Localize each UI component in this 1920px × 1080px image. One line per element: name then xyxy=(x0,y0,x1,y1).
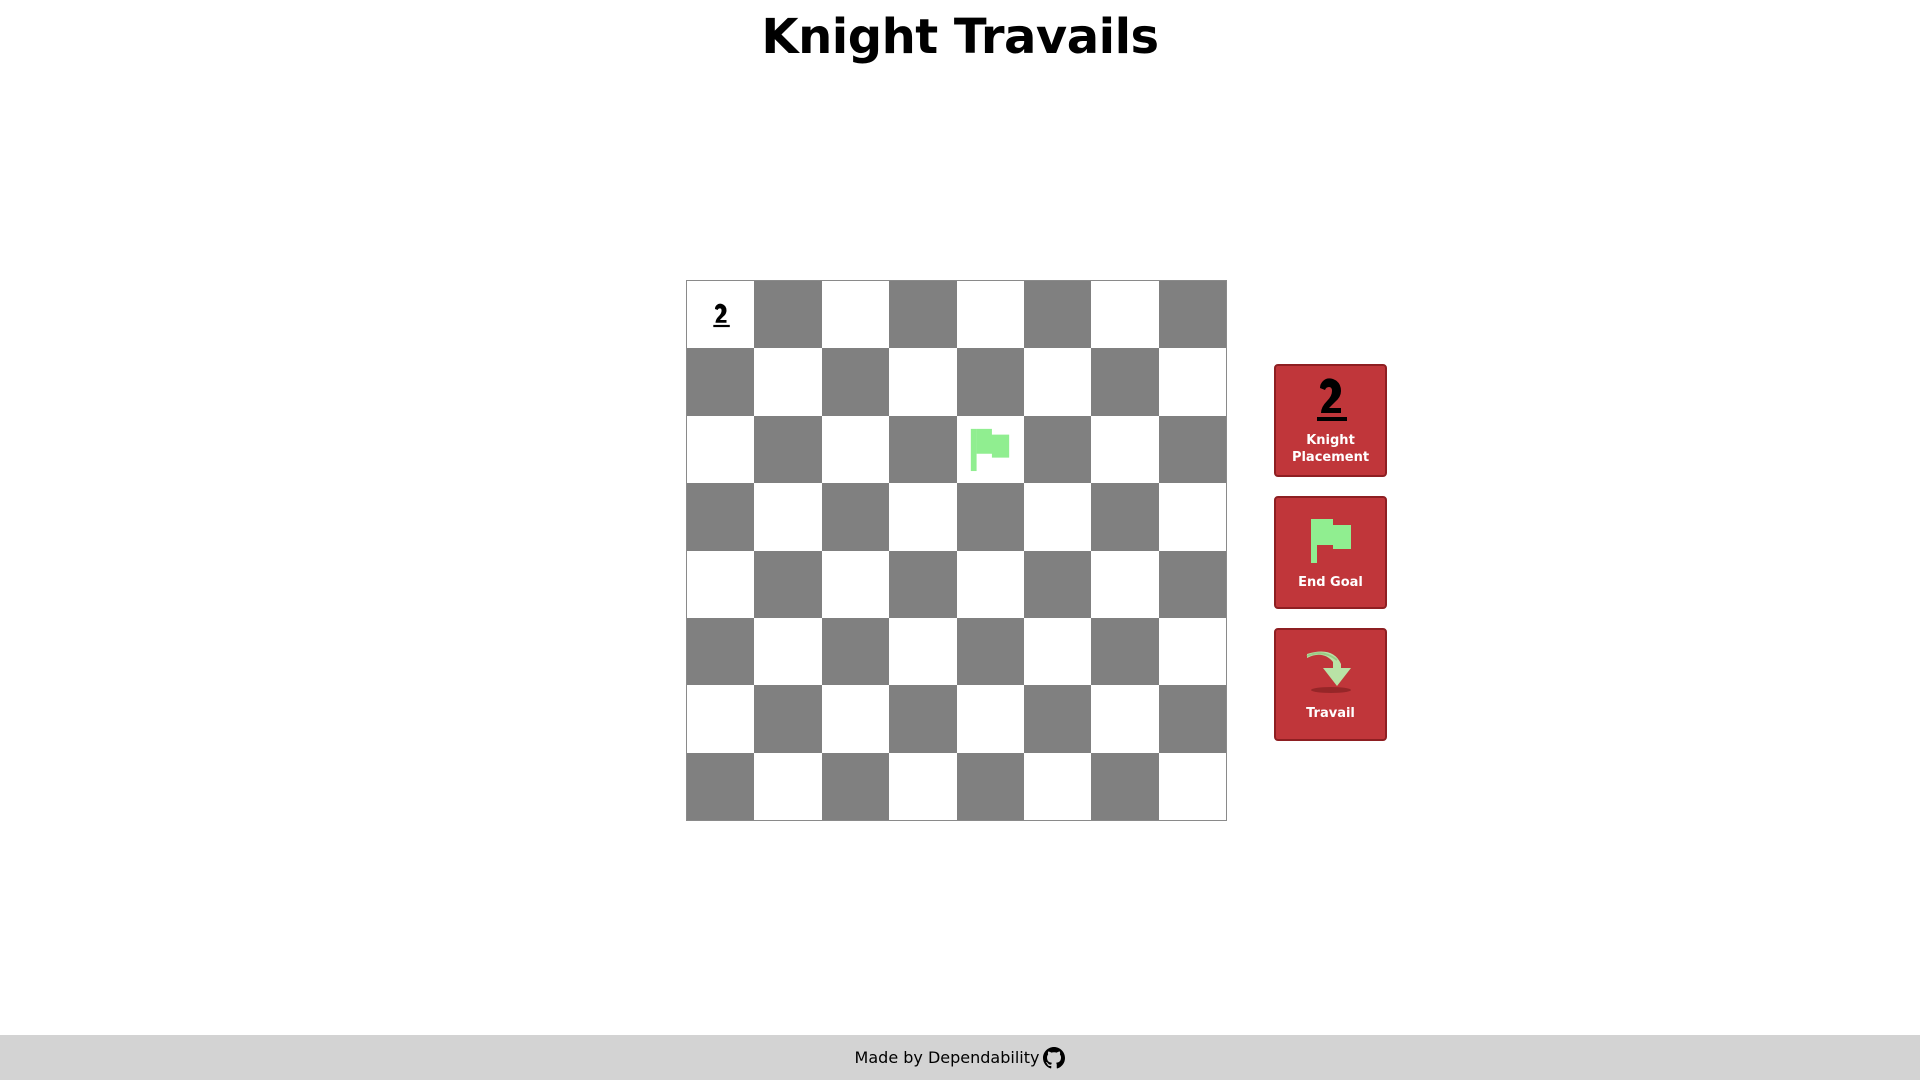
board-square-d5[interactable] xyxy=(889,483,957,551)
board-square-f1[interactable] xyxy=(1023,752,1092,820)
board-square-a7[interactable] xyxy=(687,348,755,416)
board-square-d1[interactable] xyxy=(889,752,957,820)
board-square-b1[interactable] xyxy=(754,752,822,820)
curved-arrow-icon xyxy=(1303,648,1359,701)
board-square-c5[interactable] xyxy=(821,483,890,551)
board-square-f8[interactable] xyxy=(1023,281,1092,349)
board-square-b3[interactable] xyxy=(754,617,822,686)
knight-placement-label: Knight Placement xyxy=(1291,433,1370,465)
goal-flag-icon xyxy=(967,425,1013,473)
board-square-f4[interactable] xyxy=(1023,550,1092,618)
board-square-h2[interactable] xyxy=(1158,685,1226,753)
board-square-e3[interactable] xyxy=(956,617,1024,686)
board-square-e1[interactable] xyxy=(956,752,1024,820)
board-square-d2[interactable] xyxy=(889,685,957,753)
page-title: Knight Travails xyxy=(761,9,1159,65)
page: Knight Travails Knight Placement End Goa… xyxy=(0,0,1920,1080)
board-square-a8[interactable] xyxy=(687,281,755,349)
board-square-h7[interactable] xyxy=(1158,348,1226,416)
board-square-d6[interactable] xyxy=(889,415,957,484)
board-square-d7[interactable] xyxy=(889,348,957,416)
board-square-a2[interactable] xyxy=(687,685,755,753)
board-square-g5[interactable] xyxy=(1091,483,1159,551)
board-square-c1[interactable] xyxy=(821,752,890,820)
board-square-g8[interactable] xyxy=(1091,281,1159,349)
board-square-d3[interactable] xyxy=(889,617,957,686)
footer: Made by Dependability xyxy=(0,1035,1920,1080)
board-square-a1[interactable] xyxy=(687,752,755,820)
chessboard xyxy=(686,280,1227,821)
board-square-h6[interactable] xyxy=(1158,415,1226,484)
board-square-e4[interactable] xyxy=(956,550,1024,618)
board-square-h3[interactable] xyxy=(1158,617,1226,686)
board-square-a5[interactable] xyxy=(687,483,755,551)
knight-placement-button[interactable]: Knight Placement xyxy=(1274,364,1387,477)
board-square-e7[interactable] xyxy=(956,348,1024,416)
board-square-g6[interactable] xyxy=(1091,415,1159,484)
board-square-f2[interactable] xyxy=(1023,685,1092,753)
board-square-h8[interactable] xyxy=(1158,281,1226,349)
board-square-c8[interactable] xyxy=(821,281,890,349)
board-square-b4[interactable] xyxy=(754,550,822,618)
board-square-c2[interactable] xyxy=(821,685,890,753)
board-square-a3[interactable] xyxy=(687,617,755,686)
board-square-e2[interactable] xyxy=(956,685,1024,753)
board-square-h4[interactable] xyxy=(1158,550,1226,618)
end-goal-button[interactable]: End Goal xyxy=(1274,496,1387,609)
board-square-b5[interactable] xyxy=(754,483,822,551)
board-square-g3[interactable] xyxy=(1091,617,1159,686)
board-square-f5[interactable] xyxy=(1023,483,1092,551)
board-square-h1[interactable] xyxy=(1158,752,1226,820)
board-square-h5[interactable] xyxy=(1158,483,1226,551)
board-square-g4[interactable] xyxy=(1091,550,1159,618)
travail-button[interactable]: Travail xyxy=(1274,628,1387,741)
board-square-a4[interactable] xyxy=(687,550,755,618)
board-square-e8[interactable] xyxy=(956,281,1024,349)
github-icon[interactable] xyxy=(1043,1046,1066,1069)
board-square-c6[interactable] xyxy=(821,415,890,484)
flag-icon xyxy=(1307,515,1355,570)
board-square-c4[interactable] xyxy=(821,550,890,618)
board-square-d4[interactable] xyxy=(889,550,957,618)
board-square-g1[interactable] xyxy=(1091,752,1159,820)
board-square-b8[interactable] xyxy=(754,281,822,349)
board-square-b6[interactable] xyxy=(754,415,822,484)
board-square-a6[interactable] xyxy=(687,415,755,484)
knight-piece-icon xyxy=(710,300,732,330)
board-square-e6[interactable] xyxy=(956,415,1024,484)
board-square-f3[interactable] xyxy=(1023,617,1092,686)
board-square-c3[interactable] xyxy=(821,617,890,686)
board-square-e5[interactable] xyxy=(956,483,1024,551)
end-goal-label: End Goal xyxy=(1298,574,1363,590)
board-square-g7[interactable] xyxy=(1091,348,1159,416)
control-panel: Knight Placement End Goal Travail xyxy=(1274,364,1387,760)
footer-credit: Made by Dependability xyxy=(854,1048,1040,1067)
board-square-b2[interactable] xyxy=(754,685,822,753)
board-square-f6[interactable] xyxy=(1023,415,1092,484)
board-square-b7[interactable] xyxy=(754,348,822,416)
knight-icon xyxy=(1311,375,1351,428)
board-square-d8[interactable] xyxy=(889,281,957,349)
travail-label: Travail xyxy=(1306,705,1355,721)
board-square-f7[interactable] xyxy=(1023,348,1092,416)
board-square-g2[interactable] xyxy=(1091,685,1159,753)
board-square-c7[interactable] xyxy=(821,348,890,416)
